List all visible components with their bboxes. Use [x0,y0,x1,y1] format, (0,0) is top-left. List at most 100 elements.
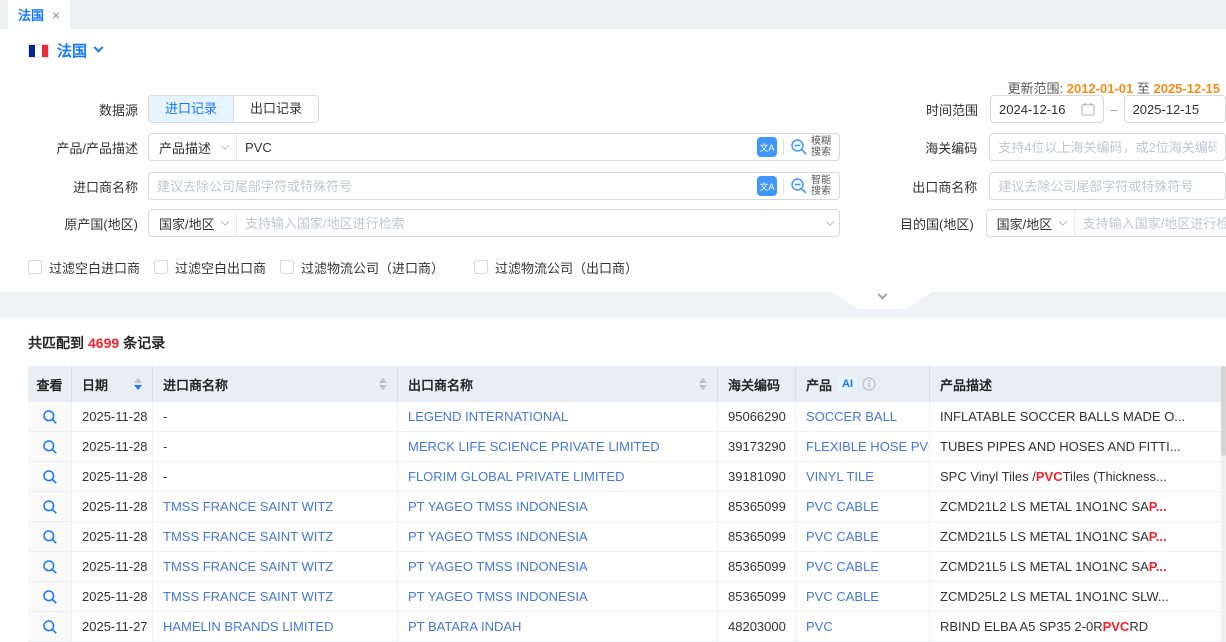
sort-desc-icon[interactable] [699,385,707,390]
exporter-cell[interactable]: PT BATARA INDAH [398,612,718,642]
start-date-input[interactable]: 2024-12-16 [990,95,1104,123]
origin-country-input[interactable] [237,210,827,236]
product-link[interactable]: PVC CABLE [806,529,879,544]
product-link[interactable]: SOCCER BALL [806,409,897,424]
product-cell[interactable]: VINYL TILE [796,462,930,492]
product-link[interactable]: FLEXIBLE HOSE PVC [806,439,930,454]
view-cell[interactable] [28,462,72,492]
column-header: 产品AI [796,366,930,402]
export-records-tab[interactable]: 出口记录 [233,96,318,122]
exporter-cell[interactable]: LEGEND INTERNATIONAL [398,402,718,432]
description-cell: ZCMD21L2 LS METAL 1NO1NC SA P... [930,492,1221,522]
product-field-select[interactable]: 产品描述 [149,134,237,160]
view-cell[interactable] [28,402,72,432]
sort-asc-icon[interactable] [379,378,387,383]
checkbox[interactable] [154,260,168,274]
close-tab-icon[interactable]: × [52,7,60,23]
country-header[interactable]: 法国 [28,40,102,61]
exporter-cell[interactable]: MERCK LIFE SCIENCE PRIVATE LIMITED [398,432,718,462]
chevron-down-icon[interactable] [94,43,104,53]
exporter-cell[interactable]: PT YAGEO TMSS INDONESIA [398,582,718,612]
fuzzy-search-button[interactable]: 模糊搜索 [790,136,833,158]
view-cell[interactable] [28,432,72,462]
importer-name[interactable]: TMSS FRANCE SAINT WITZ [163,499,333,514]
product-link[interactable]: PVC CABLE [806,499,879,514]
exporter-name-link[interactable]: PT YAGEO TMSS INDONESIA [408,589,588,604]
vertical-scrollbar[interactable] [1221,366,1226,642]
destination-country-select[interactable]: 国家/地区 [987,210,1075,236]
product-cell[interactable]: FLEXIBLE HOSE PVC [796,432,930,462]
importer-cell[interactable]: TMSS FRANCE SAINT WITZ [153,492,398,522]
checkbox[interactable] [28,260,42,274]
chevron-down-icon[interactable] [826,217,834,225]
exporter-name-link[interactable]: MERCK LIFE SCIENCE PRIVATE LIMITED [408,439,660,454]
column-header[interactable]: 日期 [72,366,153,402]
sort-control[interactable] [691,378,707,390]
product-search-group: 产品描述 文A 模糊搜索 [148,133,840,161]
hs-code-input[interactable] [990,134,1225,160]
info-icon[interactable] [862,377,876,391]
product-link[interactable]: PVC CABLE [806,559,879,574]
exporter-cell[interactable]: PT YAGEO TMSS INDONESIA [398,492,718,522]
exporter-cell[interactable]: PT YAGEO TMSS INDONESIA [398,552,718,582]
scrollbar-thumb[interactable] [1221,366,1226,456]
translate-icon[interactable]: 文A [757,176,777,196]
exporter-name-link[interactable]: PT YAGEO TMSS INDONESIA [408,499,588,514]
view-cell[interactable] [28,582,72,612]
checkbox[interactable] [280,260,294,274]
date-cell: 2025-11-28 [72,432,153,462]
product-cell[interactable]: PVC CABLE [796,522,930,552]
product-link[interactable]: VINYL TILE [806,469,874,484]
exporter-name-link[interactable]: FLORIM GLOBAL PRIVATE LIMITED [408,469,624,484]
sort-asc-icon[interactable] [699,378,707,383]
column-header[interactable]: 出口商名称 [398,366,718,402]
product-cell[interactable]: PVC CABLE [796,552,930,582]
importer-name[interactable]: TMSS FRANCE SAINT WITZ [163,589,333,604]
product-cell[interactable]: PVC [796,612,930,642]
exporter-name-link[interactable]: LEGEND INTERNATIONAL [408,409,568,424]
importer-cell[interactable]: TMSS FRANCE SAINT WITZ [153,522,398,552]
exporter-name-link[interactable]: PT YAGEO TMSS INDONESIA [408,529,588,544]
importer-cell[interactable]: TMSS FRANCE SAINT WITZ [153,552,398,582]
sort-desc-icon[interactable] [379,385,387,390]
view-cell[interactable] [28,522,72,552]
product-search-input[interactable] [237,134,757,160]
destination-country-input[interactable] [1075,210,1226,236]
product-cell[interactable]: PVC CABLE [796,492,930,522]
importer-name[interactable]: TMSS FRANCE SAINT WITZ [163,559,333,574]
chevron-down-icon [221,217,229,225]
update-range-start: 2012-01-01 [1067,81,1134,96]
translate-icon[interactable]: 文A [757,137,777,157]
view-cell[interactable] [28,552,72,582]
end-date-input[interactable]: 2025-12-15 [1124,95,1226,123]
view-cell[interactable] [28,492,72,522]
product-cell[interactable]: SOCCER BALL [796,402,930,432]
sort-control[interactable] [371,378,387,390]
exporter-name-input[interactable] [990,173,1225,199]
importer-name[interactable]: HAMELIN BRANDS LIMITED [163,619,333,634]
smart-search-button[interactable]: 智能搜索 [790,175,833,197]
exporter-name-link[interactable]: PT YAGEO TMSS INDONESIA [408,559,588,574]
sort-asc-icon[interactable] [134,378,142,383]
view-cell[interactable] [28,612,72,642]
tab-france[interactable]: 法国 × [8,0,70,29]
origin-country-select[interactable]: 国家/地区 [149,210,237,236]
sort-control[interactable] [126,378,142,390]
product-cell[interactable]: PVC CABLE [796,582,930,612]
exporter-cell[interactable]: FLORIM GLOBAL PRIVATE LIMITED [398,462,718,492]
product-link[interactable]: PVC [806,619,833,634]
checkbox[interactable] [474,260,488,274]
exporter-cell[interactable]: PT YAGEO TMSS INDONESIA [398,522,718,552]
table-row: 2025-11-28-LEGEND INTERNATIONAL95066290S… [28,402,1221,432]
import-records-tab[interactable]: 进口记录 [149,96,233,122]
sort-desc-icon[interactable] [134,385,142,390]
result-count: 4699 [84,335,123,351]
hs-code-cell: 48203000 [718,612,796,642]
importer-cell[interactable]: TMSS FRANCE SAINT WITZ [153,582,398,612]
exporter-name-link[interactable]: PT BATARA INDAH [408,619,521,634]
column-header[interactable]: 进口商名称 [153,366,398,402]
importer-name-input[interactable] [149,173,757,199]
product-link[interactable]: PVC CABLE [806,589,879,604]
importer-cell[interactable]: HAMELIN BRANDS LIMITED [153,612,398,642]
importer-name[interactable]: TMSS FRANCE SAINT WITZ [163,529,333,544]
